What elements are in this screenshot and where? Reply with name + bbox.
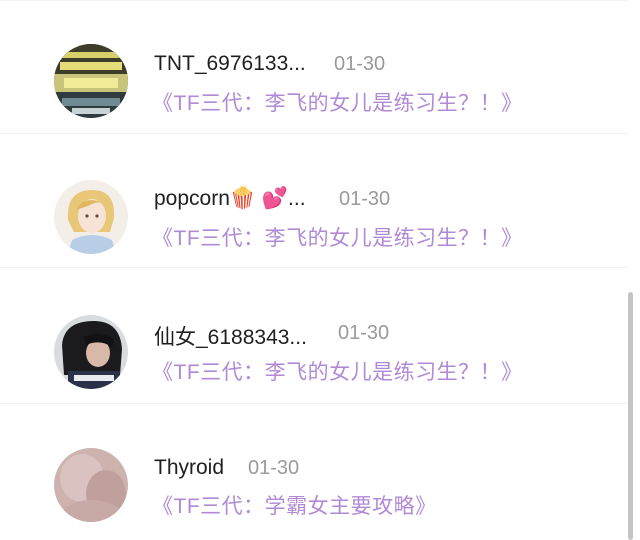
stadium-photo-avatar (54, 44, 128, 118)
divider (0, 133, 628, 134)
list-item[interactable]: TNT_6976133... 01-30 《TF三代：李飞的女儿是练习生？！》 (0, 16, 628, 134)
comment-date: 01-30 (339, 188, 391, 210)
avatar[interactable] (54, 448, 128, 522)
scrollbar[interactable] (628, 292, 633, 540)
comment-date: 01-30 (248, 457, 300, 479)
article-link[interactable]: 《TF三代：李飞的女儿是练习生？！》 (152, 87, 523, 117)
article-link[interactable]: 《TF三代：学霸女主要攻略》 (152, 490, 437, 520)
divider (0, 0, 628, 1)
username[interactable]: popcorn🍿 💕... (154, 187, 306, 211)
dark-hair-girl-avatar (54, 315, 128, 389)
list-item[interactable]: Thyroid 01-30 《TF三代：学霸女主要攻略》 (0, 420, 628, 538)
username[interactable]: Thyroid (154, 456, 224, 480)
anime-girl-avatar (54, 180, 128, 254)
list-item[interactable]: 仙女_6188343... 01-30 《TF三代：李飞的女儿是练习生？！》 (0, 286, 628, 404)
username[interactable]: 仙女_6188343... (154, 321, 307, 351)
comment-date: 01-30 (338, 322, 390, 344)
comment-date: 01-30 (334, 53, 386, 75)
pink-blur-avatar (54, 448, 128, 522)
article-link[interactable]: 《TF三代：李飞的女儿是练习生？！》 (152, 356, 523, 386)
comment-list: TNT_6976133... 01-30 《TF三代：李飞的女儿是练习生？！》 … (0, 0, 628, 540)
avatar[interactable] (54, 44, 128, 118)
divider (0, 403, 628, 404)
list-item[interactable]: popcorn🍿 💕... 01-30 《TF三代：李飞的女儿是练习生？！》 (0, 150, 628, 268)
username[interactable]: TNT_6976133... (154, 52, 306, 76)
divider (0, 267, 628, 268)
article-link[interactable]: 《TF三代：李飞的女儿是练习生？！》 (152, 222, 523, 252)
avatar[interactable] (54, 315, 128, 389)
avatar[interactable] (54, 180, 128, 254)
